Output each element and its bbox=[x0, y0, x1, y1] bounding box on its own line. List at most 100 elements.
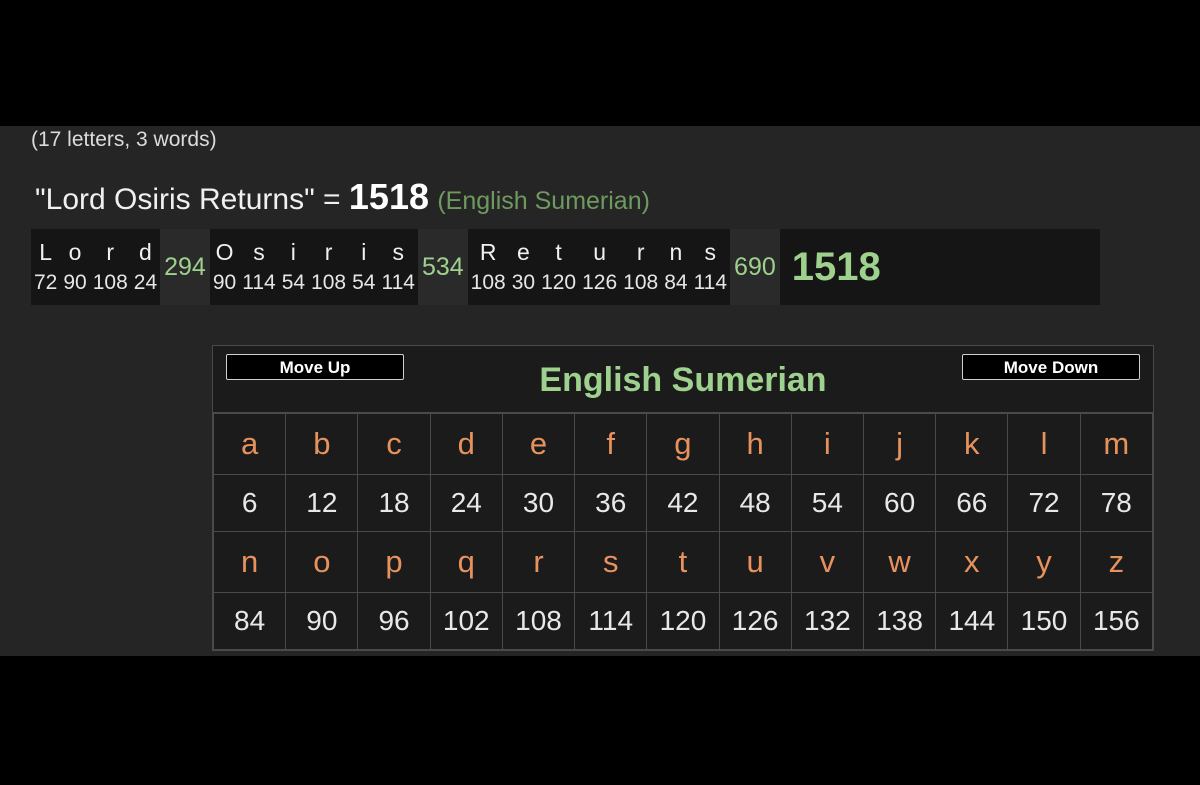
breakdown-letter-char: s bbox=[704, 239, 717, 265]
breakdown-letter-char: s bbox=[253, 239, 265, 265]
breakdown-letter-char: u bbox=[593, 239, 607, 265]
cipher-letter-cell: m bbox=[1079, 413, 1154, 475]
cipher-value-cell: 12 bbox=[285, 474, 359, 532]
cipher-letter-cell: p bbox=[357, 531, 431, 593]
phrase-total: 1518 bbox=[348, 176, 429, 217]
breakdown-letter-char: o bbox=[68, 239, 82, 265]
breakdown-letter-char: r bbox=[324, 239, 333, 265]
breakdown-letter-char: O bbox=[215, 239, 234, 265]
breakdown-letter-char: R bbox=[479, 239, 497, 265]
cipher-letter-cell: d bbox=[429, 413, 503, 475]
cipher-letter-cell: z bbox=[1079, 531, 1154, 593]
cipher-letter-cell: l bbox=[1007, 413, 1081, 475]
breakdown-letter: s 114 bbox=[691, 229, 730, 305]
cipher-letter-cell: o bbox=[285, 531, 359, 593]
breakdown-letter: t 120 bbox=[538, 229, 579, 305]
cipher-value-cell: 72 bbox=[1007, 474, 1081, 532]
breakdown-letter-value: 108 bbox=[92, 271, 128, 294]
breakdown-word: R 108 e 30 t 120 u 126 r 108 n 84 s 114 bbox=[468, 229, 730, 305]
cipher-value-cell: 156 bbox=[1079, 592, 1154, 650]
cipher-letter-row: abcdefghijklm bbox=[212, 413, 1154, 475]
breakdown-word: O 90 s 114 i 54 r 108 i 54 s 114 bbox=[210, 229, 418, 305]
breakdown-letter-char: t bbox=[555, 239, 562, 265]
breakdown-letter: u 126 bbox=[579, 229, 620, 305]
cipher-table-panel: Move Up English Sumerian Move Down abcde… bbox=[212, 345, 1154, 651]
grand-total: 1518 bbox=[791, 244, 881, 289]
cipher-letter-cell: x bbox=[935, 531, 1009, 593]
cipher-value-cell: 138 bbox=[862, 592, 937, 650]
cipher-value-cell: 60 bbox=[862, 474, 937, 532]
breakdown-letter-char: i bbox=[290, 239, 296, 265]
breakdown-letter-value: 114 bbox=[693, 271, 728, 294]
breakdown-letter: i 54 bbox=[349, 229, 378, 305]
cipher-value-cell: 144 bbox=[935, 592, 1009, 650]
cipher-letter-cell: k bbox=[935, 413, 1009, 475]
cipher-value-cell: 36 bbox=[574, 474, 648, 532]
breakdown-letter-char: r bbox=[106, 239, 115, 265]
breakdown-letter: L 72 bbox=[31, 229, 60, 305]
breakdown-letter: i 54 bbox=[279, 229, 308, 305]
cipher-letter-cell: f bbox=[574, 413, 648, 475]
cipher-letter-cell: v bbox=[790, 531, 864, 593]
phrase-result: "Lord Osiris Returns" = 1518 (English Su… bbox=[35, 176, 650, 218]
cipher-value-row: 6 12 18 24 30 36 42 48 54 60 66 72 78 bbox=[212, 474, 1154, 532]
breakdown-letter-value: 90 bbox=[63, 271, 87, 294]
cipher-value-cell: 54 bbox=[790, 474, 864, 532]
cipher-value-cell: 132 bbox=[790, 592, 864, 650]
cipher-value-row: 84 90 96 102 108 114 120 126 132 138 144 150 156 bbox=[212, 592, 1154, 650]
phrase-text: "Lord Osiris Returns" = bbox=[35, 183, 349, 216]
phrase-cipher-name: (English Sumerian) bbox=[437, 187, 650, 215]
letter-breakdown: L 72 o 90 r 108 d 24 294 O 90 s 114 i 54 r 108 i 54 s 114 534… bbox=[31, 229, 1100, 305]
cipher-letter-cell: c bbox=[357, 413, 431, 475]
move-down-button[interactable]: Move Down bbox=[962, 354, 1140, 380]
breakdown-letter-char: i bbox=[361, 239, 367, 265]
breakdown-letter-value: 72 bbox=[34, 271, 58, 294]
cipher-letter-cell: w bbox=[862, 531, 937, 593]
cipher-letter-cell: g bbox=[646, 413, 720, 475]
cipher-value-cell: 102 bbox=[429, 592, 503, 650]
cipher-value-cell: 120 bbox=[646, 592, 720, 650]
breakdown-letter-value: 114 bbox=[381, 271, 415, 294]
breakdown-letter: n 84 bbox=[661, 229, 690, 305]
cipher-value-cell: 66 bbox=[935, 474, 1009, 532]
cipher-letter-cell: e bbox=[501, 413, 576, 475]
breakdown-letter-value: 54 bbox=[352, 271, 376, 294]
word-sum: 690 bbox=[730, 229, 780, 305]
cipher-letter-cell: t bbox=[646, 531, 720, 593]
letter-word-count: (17 letters, 3 words) bbox=[31, 128, 217, 151]
cipher-letter-cell: j bbox=[862, 413, 937, 475]
breakdown-letter-value: 84 bbox=[664, 271, 688, 294]
cipher-value-cell: 90 bbox=[285, 592, 359, 650]
breakdown-letter-value: 30 bbox=[511, 271, 536, 294]
cipher-table-header: Move Up English Sumerian Move Down bbox=[213, 346, 1153, 413]
breakdown-letter-char: e bbox=[516, 239, 530, 265]
breakdown-letter: d 24 bbox=[131, 229, 160, 305]
breakdown-letter: s 114 bbox=[239, 229, 278, 305]
word-sum: 534 bbox=[417, 229, 468, 305]
breakdown-letter: r 108 bbox=[620, 229, 661, 305]
cipher-value-cell: 6 bbox=[212, 474, 287, 532]
breakdown-letter-value: 114 bbox=[242, 271, 276, 294]
breakdown-letter: o 90 bbox=[60, 229, 89, 305]
cipher-value-cell: 24 bbox=[429, 474, 503, 532]
cipher-letter-cell: q bbox=[429, 531, 503, 593]
cipher-value-cell: 96 bbox=[357, 592, 431, 650]
breakdown-letter-char: d bbox=[139, 239, 152, 265]
breakdown-letter-value: 108 bbox=[623, 271, 659, 294]
cipher-grid: a b c d e f g h i j k l m 6 12 18 24 30 36 42 48 54 60 66 72 78 n o… bbox=[212, 413, 1154, 650]
breakdown-letter: e 30 bbox=[509, 229, 538, 305]
cipher-letter-cell: s bbox=[574, 531, 648, 593]
breakdown-letter-char: n bbox=[669, 239, 683, 265]
cipher-letter-cell: r bbox=[501, 531, 576, 593]
cipher-letter-cell: b bbox=[285, 413, 359, 475]
breakdown-letter-value: 108 bbox=[470, 271, 506, 294]
cipher-value-cell: 84 bbox=[212, 592, 287, 650]
cipher-value-cell: 114 bbox=[574, 592, 648, 650]
cipher-value-cell: 108 bbox=[501, 592, 576, 650]
cipher-letter-cell: n bbox=[212, 531, 287, 593]
breakdown-letter: O 90 bbox=[210, 229, 239, 305]
breakdown-letter: r 108 bbox=[90, 229, 131, 305]
cipher-letter-cell: a bbox=[212, 413, 287, 475]
breakdown-letter-value: 90 bbox=[212, 271, 237, 294]
word-sum: 294 bbox=[160, 229, 210, 305]
